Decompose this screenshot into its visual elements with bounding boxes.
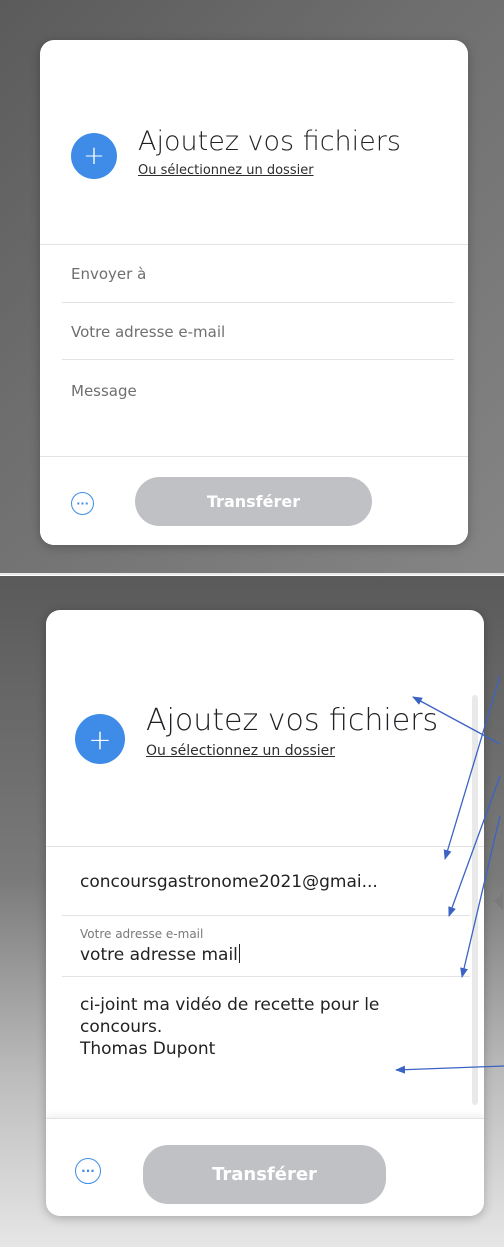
transfer-button[interactable]: Transférer: [143, 1145, 386, 1204]
background-arrow-icon: [494, 892, 503, 910]
divider: [40, 244, 468, 245]
add-files-area[interactable]: + Ajoutez vos fichiers Ou sélectionnez u…: [71, 125, 401, 179]
email-field-value: votre adresse mail: [80, 945, 238, 965]
more-options-icon[interactable]: ···: [75, 1158, 101, 1184]
add-files-area[interactable]: + Ajoutez vos fichiers Ou sélectionnez u…: [75, 702, 438, 764]
message-field[interactable]: Message: [71, 382, 137, 400]
divider: [62, 302, 454, 303]
message-line: Thomas Dupont: [80, 1039, 216, 1059]
email-field[interactable]: Votre adresse e-mail: [71, 323, 225, 341]
message-line: ci-joint ma vidéo de recette pour le: [80, 995, 380, 1015]
divider: [62, 915, 470, 916]
divider: [62, 976, 470, 977]
screenshot-filled-form: + Ajoutez vos fichiers Ou sélectionnez u…: [0, 576, 504, 1247]
select-folder-link[interactable]: Ou sélectionnez un dossier: [146, 743, 335, 759]
add-files-title: Ajoutez vos fichiers: [138, 126, 401, 157]
screenshot-empty-form: + Ajoutez vos fichiers Ou sélectionnez u…: [0, 0, 504, 575]
card-footer: ··· Transférer: [46, 1118, 484, 1216]
transfer-card: + Ajoutez vos fichiers Ou sélectionnez u…: [46, 610, 484, 1216]
select-folder-link[interactable]: Ou sélectionnez un dossier: [138, 163, 314, 178]
divider: [62, 359, 454, 360]
send-to-field[interactable]: concoursgastronome2021@gmai...: [80, 872, 378, 892]
more-options-icon[interactable]: ···: [71, 492, 94, 515]
transfer-card: + Ajoutez vos fichiers Ou sélectionnez u…: [40, 40, 468, 545]
email-field-label: Votre adresse e-mail: [80, 927, 204, 941]
scrollbar[interactable]: [472, 695, 478, 1105]
transfer-button[interactable]: Transférer: [135, 477, 372, 526]
email-field[interactable]: votre adresse mail: [80, 944, 240, 965]
plus-icon[interactable]: +: [71, 133, 117, 179]
divider: [46, 846, 484, 847]
add-files-title: Ajoutez vos fichiers: [146, 703, 439, 738]
message-field[interactable]: ci-joint ma vidéo de recette pour le con…: [80, 994, 379, 1060]
plus-icon[interactable]: +: [75, 714, 125, 764]
message-line: concours.: [80, 1017, 163, 1037]
text-cursor: [238, 944, 240, 963]
card-footer: ··· Transférer: [40, 456, 468, 545]
send-to-field[interactable]: Envoyer à: [71, 265, 146, 283]
